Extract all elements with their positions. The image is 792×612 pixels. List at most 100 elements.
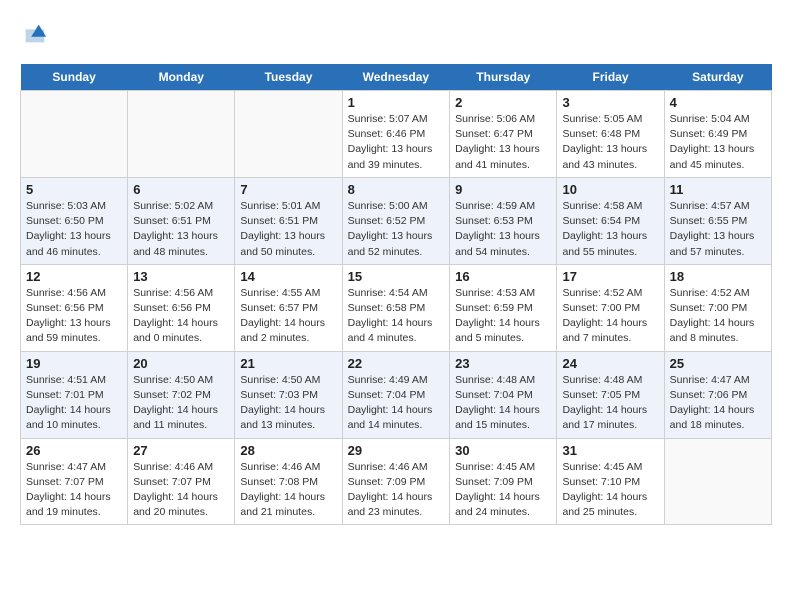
- day-number: 12: [26, 269, 122, 284]
- day-number: 29: [348, 443, 445, 458]
- day-info: Sunrise: 4:50 AMSunset: 7:03 PMDaylight:…: [240, 373, 336, 434]
- calendar-cell: 30 Sunrise: 4:45 AMSunset: 7:09 PMDayligh…: [450, 438, 557, 525]
- day-info: Sunrise: 4:46 AMSunset: 7:08 PMDaylight:…: [240, 460, 336, 521]
- day-number: 25: [670, 356, 766, 371]
- day-info: Sunrise: 5:00 AMSunset: 6:52 PMDaylight:…: [348, 199, 445, 260]
- weekday-header: Monday: [128, 64, 235, 91]
- calendar-cell: 25 Sunrise: 4:47 AMSunset: 7:06 PMDayligh…: [664, 351, 771, 438]
- calendar-cell: 29 Sunrise: 4:46 AMSunset: 7:09 PMDayligh…: [342, 438, 450, 525]
- calendar-week-row: 1 Sunrise: 5:07 AMSunset: 6:46 PMDaylight…: [21, 91, 772, 178]
- day-info: Sunrise: 4:56 AMSunset: 6:56 PMDaylight:…: [133, 286, 229, 347]
- day-info: Sunrise: 4:52 AMSunset: 7:00 PMDaylight:…: [562, 286, 658, 347]
- calendar-week-row: 19 Sunrise: 4:51 AMSunset: 7:01 PMDayligh…: [21, 351, 772, 438]
- calendar-cell: 6 Sunrise: 5:02 AMSunset: 6:51 PMDaylight…: [128, 177, 235, 264]
- weekday-header: Friday: [557, 64, 664, 91]
- logo: [20, 20, 52, 48]
- calendar-cell: 4 Sunrise: 5:04 AMSunset: 6:49 PMDaylight…: [664, 91, 771, 178]
- day-info: Sunrise: 4:58 AMSunset: 6:54 PMDaylight:…: [562, 199, 658, 260]
- calendar-cell: 21Sunrise: 4:50 AMSunset: 7:03 PMDayligh…: [235, 351, 342, 438]
- day-info: Sunrise: 4:45 AMSunset: 7:10 PMDaylight:…: [562, 460, 658, 521]
- day-info: Sunrise: 4:47 AMSunset: 7:07 PMDaylight:…: [26, 460, 122, 521]
- calendar-cell: 1 Sunrise: 5:07 AMSunset: 6:46 PMDaylight…: [342, 91, 450, 178]
- day-info: Sunrise: 5:05 AMSunset: 6:48 PMDaylight:…: [562, 112, 658, 173]
- calendar-cell: 22 Sunrise: 4:49 AMSunset: 7:04 PMDayligh…: [342, 351, 450, 438]
- calendar-cell: [235, 91, 342, 178]
- calendar-cell: 7Sunrise: 5:01 AMSunset: 6:51 PMDaylight…: [235, 177, 342, 264]
- calendar-cell: 11 Sunrise: 4:57 AMSunset: 6:55 PMDayligh…: [664, 177, 771, 264]
- weekday-header: Thursday: [450, 64, 557, 91]
- day-number: 30: [455, 443, 551, 458]
- calendar-cell: 31 Sunrise: 4:45 AMSunset: 7:10 PMDayligh…: [557, 438, 664, 525]
- weekday-header: Sunday: [21, 64, 128, 91]
- calendar-cell: [664, 438, 771, 525]
- day-number: 4: [670, 95, 766, 110]
- day-info: Sunrise: 4:51 AMSunset: 7:01 PMDaylight:…: [26, 373, 122, 434]
- calendar-cell: 12 Sunrise: 4:56 AMSunset: 6:56 PMDayligh…: [21, 264, 128, 351]
- calendar-cell: 16 Sunrise: 4:53 AMSunset: 6:59 PMDayligh…: [450, 264, 557, 351]
- day-info: Sunrise: 5:02 AMSunset: 6:51 PMDaylight:…: [133, 199, 229, 260]
- day-info: Sunrise: 4:54 AMSunset: 6:58 PMDaylight:…: [348, 286, 445, 347]
- day-number: 23: [455, 356, 551, 371]
- calendar-cell: 8 Sunrise: 5:00 AMSunset: 6:52 PMDaylight…: [342, 177, 450, 264]
- day-info: Sunrise: 4:47 AMSunset: 7:06 PMDaylight:…: [670, 373, 766, 434]
- day-info: Sunrise: 4:57 AMSunset: 6:55 PMDaylight:…: [670, 199, 766, 260]
- day-number: 16: [455, 269, 551, 284]
- day-info: Sunrise: 5:03 AMSunset: 6:50 PMDaylight:…: [26, 199, 122, 260]
- day-number: 31: [562, 443, 658, 458]
- calendar-week-row: 5 Sunrise: 5:03 AMSunset: 6:50 PMDaylight…: [21, 177, 772, 264]
- calendar-cell: 18 Sunrise: 4:52 AMSunset: 7:00 PMDayligh…: [664, 264, 771, 351]
- calendar-cell: [128, 91, 235, 178]
- calendar-cell: 2 Sunrise: 5:06 AMSunset: 6:47 PMDaylight…: [450, 91, 557, 178]
- day-info: Sunrise: 4:52 AMSunset: 7:00 PMDaylight:…: [670, 286, 766, 347]
- day-number: 11: [670, 182, 766, 197]
- day-info: Sunrise: 5:07 AMSunset: 6:46 PMDaylight:…: [348, 112, 445, 173]
- day-number: 2: [455, 95, 551, 110]
- day-number: 1: [348, 95, 445, 110]
- calendar-cell: 24 Sunrise: 4:48 AMSunset: 7:05 PMDayligh…: [557, 351, 664, 438]
- day-number: 14: [240, 269, 336, 284]
- calendar-cell: 13Sunrise: 4:56 AMSunset: 6:56 PMDayligh…: [128, 264, 235, 351]
- day-info: Sunrise: 5:04 AMSunset: 6:49 PMDaylight:…: [670, 112, 766, 173]
- page-header: [20, 20, 772, 48]
- calendar-cell: 3Sunrise: 5:05 AMSunset: 6:48 PMDaylight…: [557, 91, 664, 178]
- calendar-cell: 10Sunrise: 4:58 AMSunset: 6:54 PMDayligh…: [557, 177, 664, 264]
- calendar-cell: 9Sunrise: 4:59 AMSunset: 6:53 PMDaylight…: [450, 177, 557, 264]
- day-number: 28: [240, 443, 336, 458]
- day-number: 27: [133, 443, 229, 458]
- day-info: Sunrise: 5:06 AMSunset: 6:47 PMDaylight:…: [455, 112, 551, 173]
- day-number: 17: [562, 269, 658, 284]
- day-number: 18: [670, 269, 766, 284]
- day-info: Sunrise: 4:45 AMSunset: 7:09 PMDaylight:…: [455, 460, 551, 521]
- day-info: Sunrise: 4:46 AMSunset: 7:09 PMDaylight:…: [348, 460, 445, 521]
- day-info: Sunrise: 4:50 AMSunset: 7:02 PMDaylight:…: [133, 373, 229, 434]
- day-number: 6: [133, 182, 229, 197]
- day-number: 19: [26, 356, 122, 371]
- day-info: Sunrise: 4:48 AMSunset: 7:04 PMDaylight:…: [455, 373, 551, 434]
- day-info: Sunrise: 4:59 AMSunset: 6:53 PMDaylight:…: [455, 199, 551, 260]
- day-number: 8: [348, 182, 445, 197]
- day-info: Sunrise: 4:55 AMSunset: 6:57 PMDaylight:…: [240, 286, 336, 347]
- calendar-cell: 17 Sunrise: 4:52 AMSunset: 7:00 PMDayligh…: [557, 264, 664, 351]
- calendar-cell: 19 Sunrise: 4:51 AMSunset: 7:01 PMDayligh…: [21, 351, 128, 438]
- day-info: Sunrise: 4:49 AMSunset: 7:04 PMDaylight:…: [348, 373, 445, 434]
- calendar-cell: 27 Sunrise: 4:46 AMSunset: 7:07 PMDayligh…: [128, 438, 235, 525]
- day-number: 22: [348, 356, 445, 371]
- logo-icon: [20, 20, 48, 48]
- day-number: 24: [562, 356, 658, 371]
- calendar-cell: 15 Sunrise: 4:54 AMSunset: 6:58 PMDayligh…: [342, 264, 450, 351]
- calendar-table: SundayMondayTuesdayWednesdayThursdayFrid…: [20, 64, 772, 525]
- calendar-cell: 26 Sunrise: 4:47 AMSunset: 7:07 PMDayligh…: [21, 438, 128, 525]
- weekday-header-row: SundayMondayTuesdayWednesdayThursdayFrid…: [21, 64, 772, 91]
- day-number: 5: [26, 182, 122, 197]
- calendar-week-row: 12 Sunrise: 4:56 AMSunset: 6:56 PMDayligh…: [21, 264, 772, 351]
- day-info: Sunrise: 4:48 AMSunset: 7:05 PMDaylight:…: [562, 373, 658, 434]
- calendar-cell: 28 Sunrise: 4:46 AMSunset: 7:08 PMDayligh…: [235, 438, 342, 525]
- day-info: Sunrise: 4:56 AMSunset: 6:56 PMDaylight:…: [26, 286, 122, 347]
- day-number: 26: [26, 443, 122, 458]
- day-number: 15: [348, 269, 445, 284]
- day-info: Sunrise: 4:53 AMSunset: 6:59 PMDaylight:…: [455, 286, 551, 347]
- day-info: Sunrise: 4:46 AMSunset: 7:07 PMDaylight:…: [133, 460, 229, 521]
- day-info: Sunrise: 5:01 AMSunset: 6:51 PMDaylight:…: [240, 199, 336, 260]
- calendar-cell: 14 Sunrise: 4:55 AMSunset: 6:57 PMDayligh…: [235, 264, 342, 351]
- calendar-cell: 5 Sunrise: 5:03 AMSunset: 6:50 PMDaylight…: [21, 177, 128, 264]
